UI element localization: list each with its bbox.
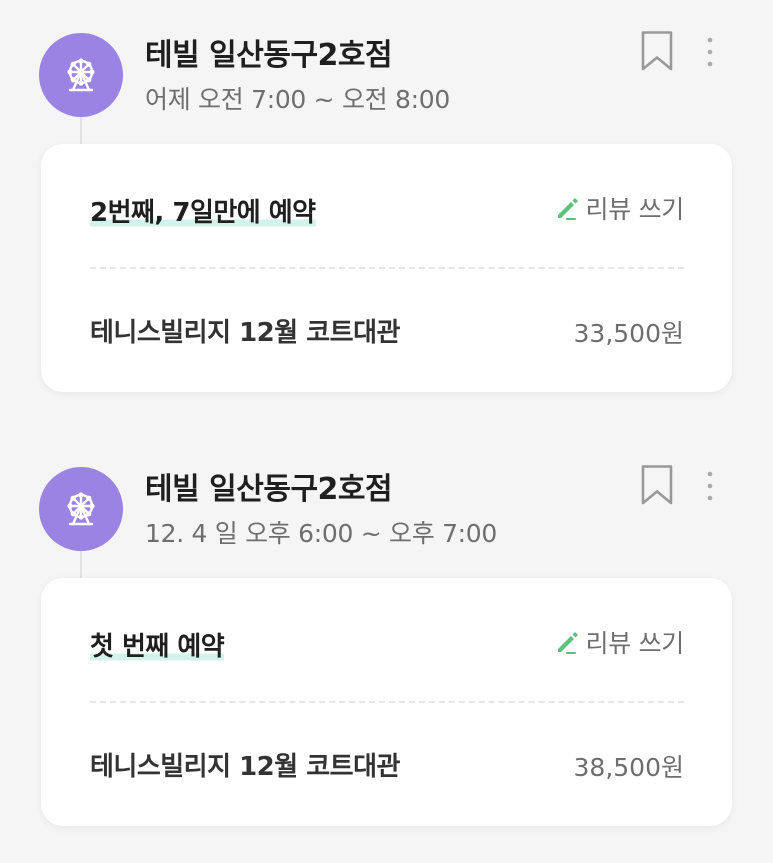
reservation-time: 어제 오전 7:00 ~ 오전 8:00 — [145, 85, 450, 114]
bookmark-icon[interactable] — [640, 30, 674, 72]
write-review-label: 리뷰 쓰기 — [585, 629, 685, 658]
store-avatar[interactable] — [39, 33, 123, 117]
divider — [90, 267, 684, 269]
more-vertical-icon[interactable] — [700, 468, 720, 504]
reservation-time: 12. 4 일 오후 6:00 ~ 오후 7:00 — [145, 519, 498, 548]
ferris-wheel-icon — [67, 58, 95, 92]
store-name[interactable]: 테빌 일산동구2호점 — [145, 464, 393, 508]
store-avatar[interactable] — [39, 467, 123, 551]
item-name: 테니스빌리지 12월 코트대관 — [90, 752, 400, 782]
store-name[interactable]: 테빌 일산동구2호점 — [145, 30, 393, 74]
reservation-entry: 테빌 일산동구2호점 12. 4 일 오후 6:00 ~ 오후 7:00 첫 번… — [0, 434, 773, 829]
divider — [90, 701, 684, 703]
item-name: 테니스빌리지 12월 코트대관 — [90, 318, 400, 348]
write-review-button[interactable]: 리뷰 쓰기 — [554, 190, 684, 226]
pencil-icon — [557, 632, 578, 654]
more-vertical-icon[interactable] — [700, 34, 720, 70]
ferris-wheel-icon — [67, 492, 95, 526]
write-review-button[interactable]: 리뷰 쓰기 — [554, 624, 684, 660]
visit-count-text: 2번째, 7일만에 예약 — [90, 192, 316, 231]
pencil-icon — [557, 198, 578, 220]
item-price: 33,500원 — [573, 319, 684, 348]
item-price: 38,500원 — [573, 753, 684, 782]
bookmark-icon[interactable] — [640, 464, 674, 506]
visit-count-text: 첫 번째 예약 — [90, 626, 225, 665]
write-review-label: 리뷰 쓰기 — [585, 195, 685, 224]
reservation-card[interactable]: 첫 번째 예약 리뷰 쓰기 테니스빌리지 12월 코트대관 38,500원 — [41, 578, 732, 826]
reservation-card[interactable]: 2번째, 7일만에 예약 리뷰 쓰기 테니스빌리지 12월 코트대관 33,50… — [41, 144, 732, 392]
reservation-entry: 테빌 일산동구2호점 어제 오전 7:00 ~ 오전 8:00 2번째, 7일만… — [0, 0, 773, 395]
